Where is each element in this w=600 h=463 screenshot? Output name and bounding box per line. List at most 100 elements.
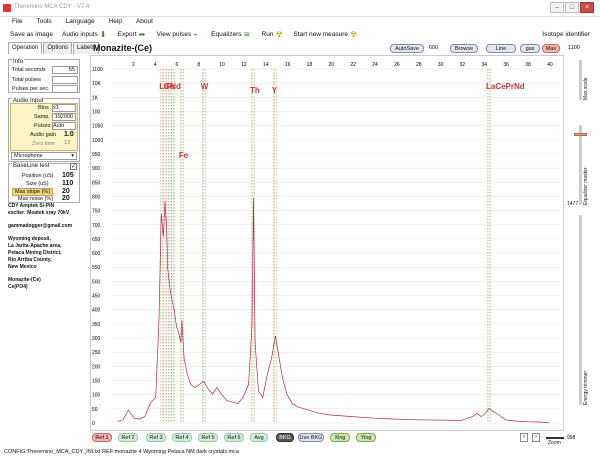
bins-field[interactable]: x1 [52,104,76,112]
y-tick-label: 300 [92,336,101,342]
view-pulses-button[interactable]: View pulses ⌁ [157,30,203,39]
start-new-measure-button[interactable]: Start new measure ☢ [293,30,359,39]
size-value[interactable]: 110 [62,180,73,187]
y-tick-label: 50 [92,407,98,413]
zero-time-value[interactable]: 13 [64,140,70,146]
bottom-toolbar: Ref 1 Ref 2 Ref 3 Ref 4 Ref 5 Ref 6 Avg … [90,432,600,446]
close-button[interactable]: × [580,2,594,13]
y-tick-label: 600 [92,251,101,257]
scale-value[interactable]: 1100 [568,45,580,51]
x-tick-label: 20 [329,62,335,68]
avg-button[interactable]: Avg [250,433,268,442]
y-tick-label: 700 [92,223,101,229]
pulses-per-sec-label: Pulses per sec. [12,86,50,92]
autosave-button[interactable]: AutoSave [390,44,424,53]
browse-button[interactable]: Browse [450,44,478,53]
equalizer-icon: ≋ [243,29,251,39]
y-tick-label: 0 [92,421,95,427]
x-tick-label: 2 [132,62,135,68]
energy-label: Energy trimmer [583,370,589,405]
ylog-button[interactable]: Ylog [356,433,376,442]
use-bkg-button[interactable]: Use BKG [298,433,324,442]
tab-operation[interactable]: Operation [8,42,43,54]
y-tick-label: 550 [92,265,101,271]
xlog-button[interactable]: Xlog [330,433,350,442]
audio-inputs-button[interactable]: Audio inputs ⬇ [62,29,109,39]
position-label: Position (uS) [22,173,54,179]
ref4-button[interactable]: Ref 4 [172,433,192,442]
scroll-left-button[interactable]: ‹ [520,433,528,442]
arrow-down-icon: ⬇ [99,29,107,39]
y-tick-label: 400 [92,308,101,314]
y-tick-label: 1100 [92,67,103,73]
total-seconds-label: Total seconds [12,67,46,73]
x-tick-label: 10 [219,62,225,68]
y-tick-label: 800 [92,194,101,200]
menu-language[interactable]: Language [62,17,105,27]
ref6-button[interactable]: Ref 6 [224,433,244,442]
element-label: LaCePrNd [486,82,525,91]
pulses-per-sec-field [52,85,78,93]
equalizer-label: Equalizer master [583,167,589,205]
scroll-right-button[interactable]: › [532,433,540,442]
minimize-button[interactable]: – [550,2,564,13]
x-tick-label: 24 [372,62,378,68]
menu-about[interactable]: About [132,17,163,27]
samp-field[interactable]: 192000 [52,113,76,121]
note-location: Wyoming deposit, La Jarita-Apache area, … [8,236,62,270]
max-noise-value[interactable]: 20 [62,195,70,202]
tab-options[interactable]: Options [43,42,73,54]
status-bar: CONFIG:Theremino_MCA_CDY_INI.txt REF:mon… [4,449,239,455]
menu-file[interactable]: File [8,17,32,27]
gas-button[interactable]: gas [520,44,540,53]
spectrum-chart[interactable]: 110010K1K1001050100095090085080075070065… [90,55,564,431]
y-tick-label: 200 [92,364,101,370]
right-rail: Max scale Equalizer master 1477 Energy t… [565,55,597,441]
ref1-button[interactable]: Ref 1 [92,433,112,442]
zero-time-label: Zero time [32,141,56,147]
max-slope-value[interactable]: 20 [62,188,70,195]
equalizers-button[interactable]: Equalizers ≋ [211,29,252,39]
position-value[interactable]: 105 [62,172,74,179]
x-tick-label: 30 [438,62,444,68]
ref2-button[interactable]: Ref 2 [118,433,138,442]
total-seconds-field[interactable]: 55 [52,66,78,74]
window-title: Theremino MCA CDY - V7.4 [14,4,90,10]
menu-help[interactable]: Help [105,17,132,27]
run-button[interactable]: Run ☢ [262,30,285,39]
export-button[interactable]: Export ➦ [118,30,148,39]
chart-header: Monazite-(Ce) AutoSave 600 Browse Line g… [90,42,580,55]
y-tick-label: 500 [92,279,101,285]
maximize-button[interactable]: □ [565,2,579,13]
notes-text[interactable]: CDY Amptek Si-PIN exciter: Moatek xray 7… [8,203,90,297]
chevron-down-icon: ▾ [71,153,74,159]
ref3-button[interactable]: Ref 3 [146,433,166,442]
audio-device-select[interactable]: Microphone ▾ [11,152,77,160]
toolbar: Save as image Audio inputs ⬇ Export ➦ View… [0,28,600,41]
samp-label: Samp. [34,114,50,120]
y-tick-label: 100 [92,393,101,399]
autosave-value[interactable]: 600 [429,45,438,51]
y-tick-label: 850 [92,180,101,186]
x-tick-label: 22 [350,62,356,68]
bkg-button[interactable]: BKG [276,433,294,442]
x-tick-label: 16 [285,62,291,68]
isotope-identifier-button[interactable]: Isotope identifier [542,31,590,38]
baseline-checkbox[interactable]: ✓ [70,163,77,170]
y-tick-label: 1000 [92,138,103,144]
audio-gain-value[interactable]: 1.0 [64,131,74,138]
menu-tools[interactable]: Tools [32,17,61,27]
zoom-slider[interactable] [546,437,564,439]
ref5-button[interactable]: Ref 5 [198,433,218,442]
line-button[interactable]: Line [486,44,516,53]
pulses-mode-field[interactable]: Auto [52,122,76,130]
equalizer-slider[interactable] [574,133,587,136]
equalizer-value: 1477 [567,201,579,207]
x-tick-label: 38 [525,62,531,68]
x-tick-label: 28 [416,62,422,68]
left-panel: Operation Options Labels Info Total seco… [0,42,99,437]
max-button[interactable]: Max [542,44,560,53]
menu-bar: File Tools Language Help About [0,17,600,27]
y-tick-label: 10K [92,81,102,87]
save-image-button[interactable]: Save as image [10,31,53,38]
